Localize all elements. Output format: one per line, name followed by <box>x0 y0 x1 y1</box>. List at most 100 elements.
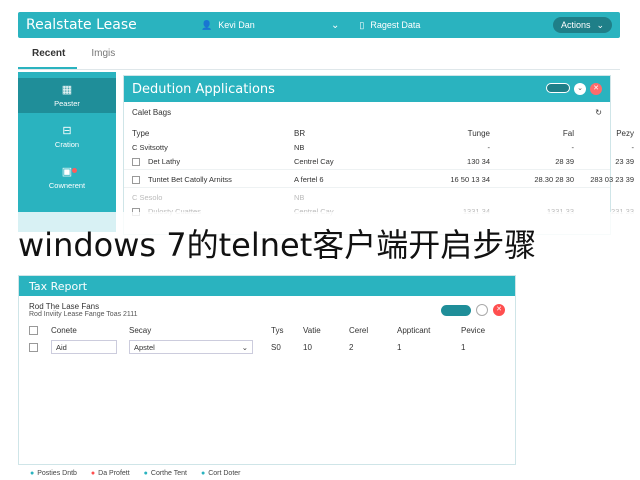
cell: - <box>487 143 491 152</box>
cell: - <box>571 143 575 152</box>
tax-subtitle: Rod The Lase Fans <box>29 302 100 311</box>
circle-button[interactable] <box>476 304 488 316</box>
table-header: Type BR Tunge Fal Pezy <box>124 117 634 138</box>
tax-table-header: Conete Secay Tys Vatie Cerel Appticant P… <box>19 318 515 335</box>
group-label: C Sesolo <box>132 193 163 203</box>
cell: 130 34 <box>467 157 490 166</box>
card-title: Dedution Applications <box>132 81 275 97</box>
cell: 1 <box>461 342 466 352</box>
footer-item[interactable]: ● Cort Doter <box>201 470 241 477</box>
text-field[interactable]: Aid <box>51 340 117 354</box>
tax-subtitle-detail: Rod Inviity Lease Fange Toas 2111 <box>29 311 138 318</box>
doc-icon: ● <box>200 470 206 477</box>
card-header: Dedution Applications ⌄ ✕ <box>124 76 610 102</box>
row-checkbox[interactable] <box>29 342 38 352</box>
cell: 2 <box>349 342 354 352</box>
table-row[interactable]: Tuntet Bet Catolly Arnitss A fertel 6 16… <box>124 170 634 189</box>
user-name: Kevi Dan <box>218 20 255 30</box>
tab-images[interactable]: Imgis <box>77 48 127 69</box>
cell: 28.30 28 30 <box>534 175 574 185</box>
chevron-down-icon[interactable]: ⌄ <box>331 20 339 31</box>
cell: 10 <box>303 342 312 352</box>
cart-icon: ● <box>143 470 148 477</box>
close-icon[interactable]: ✕ <box>493 304 505 316</box>
sidebar-item-cownerent[interactable]: ▣ Cownerent <box>18 160 116 195</box>
refresh-icon[interactable]: ↻ <box>595 108 602 117</box>
register-label: Ragest Data <box>370 20 421 30</box>
column-header: Pezy <box>616 129 634 138</box>
column-header: Cerel <box>349 326 369 335</box>
overlay-caption: windows 7的telnet客户端开启步骤 <box>0 212 640 274</box>
tab-recent[interactable]: Recent <box>18 48 78 69</box>
footer-label: Corthe Tent <box>150 470 187 477</box>
column-header: Tys <box>271 326 284 335</box>
register-menu[interactable]: ▯ Ragest Data <box>359 20 519 31</box>
group-label: C Svitsotty <box>132 143 168 152</box>
footer-item[interactable]: ● Posties Dntb <box>30 470 77 477</box>
check-icon: ● <box>30 470 35 477</box>
toggle-switch[interactable] <box>441 304 471 316</box>
sidebar-item-label: Cration <box>54 140 80 149</box>
select-dropdown[interactable]: Apstel ⌄ <box>129 340 253 354</box>
footer-label: Cort Doter <box>208 470 241 477</box>
table-row[interactable]: Aid Apstel ⌄ S0 10 2 1 1 <box>19 335 515 354</box>
tax-report-title: Tax Report <box>19 276 515 296</box>
doc-icon: ▯ <box>359 19 365 30</box>
cell: 23 39 <box>615 157 634 166</box>
footer-label: Posties Dntb <box>37 470 77 477</box>
footer-label: Da Profett <box>98 470 130 477</box>
actions-button[interactable]: Actions ⌄ <box>552 17 612 33</box>
tab-bar: Recent Imgis <box>18 40 620 70</box>
chevron-down-icon[interactable]: ⌄ <box>574 83 586 95</box>
column-header: BR <box>294 129 306 138</box>
column-header: Pevice <box>461 326 486 335</box>
tax-subheader: Rod The Lase Fans Rod Inviity Lease Fang… <box>19 296 515 318</box>
chevron-down-icon: ⌄ <box>241 342 248 352</box>
footer-item[interactable]: ● Da Profett <box>91 470 130 477</box>
cell: - <box>631 143 635 152</box>
alert-icon: ● <box>90 470 96 477</box>
cell: Centrel Cay <box>294 157 334 166</box>
select-all-checkbox[interactable] <box>29 326 38 335</box>
table-row[interactable]: Det Lathy Centrel Cay 130 34 28 39 23 39 <box>124 152 634 171</box>
close-icon[interactable]: ✕ <box>590 83 602 95</box>
cell: Tuntet Bet Catolly Arnitss <box>148 175 232 185</box>
folder-icon: ⊟ <box>62 125 72 137</box>
building-icon: ▦ <box>61 84 73 96</box>
notification-dot <box>71 168 77 173</box>
card-subtitle: Calet Bags <box>132 108 172 117</box>
column-header: Appticant <box>397 326 431 335</box>
sidebar-item-peaster[interactable]: ▦ Peaster <box>18 78 116 113</box>
field-value: Aid <box>56 342 67 352</box>
sidebar-item-label: Peaster <box>54 99 80 108</box>
group-row[interactable]: C Sesolo NB <box>124 188 610 202</box>
cell: NB <box>294 193 305 203</box>
cell: 28 39 <box>555 157 574 166</box>
toggle-button[interactable] <box>546 83 570 93</box>
sidebar-item-label: Cownerent <box>48 181 86 190</box>
group-row[interactable]: C Svitsotty NB - - - <box>124 138 634 152</box>
card-subheader: Calet Bags ↻ <box>124 102 610 117</box>
column-header: Tunge <box>467 129 490 138</box>
cell: S0 <box>271 342 281 352</box>
cell: A fertel 6 <box>294 175 324 185</box>
column-header: Type <box>132 129 150 138</box>
column-header: Vatie <box>303 326 321 335</box>
cell: 1 <box>397 342 402 352</box>
cell: Det Lathy <box>148 157 181 166</box>
sidebar-item-cration[interactable]: ⊟ Cration <box>18 119 116 154</box>
user-menu[interactable]: 👤 Kevi Dan <box>201 20 331 31</box>
top-bar: Realstate Lease 👤 Kevi Dan ⌄ ▯ Ragest Da… <box>18 12 620 38</box>
actions-label: Actions <box>560 20 591 30</box>
footer-item[interactable]: ● Corthe Tent <box>144 470 187 477</box>
sidebar: ▦ Peaster ⊟ Cration ▣ Cownerent <box>18 72 116 232</box>
column-header: Fal <box>562 129 574 138</box>
app-title: Realstate Lease <box>26 17 137 33</box>
footer-bar: ● Posties Dntb ● Da Profett ● Corthe Tent ●… <box>30 470 241 477</box>
tax-report-card: Tax Report Rod The Lase Fans Rod Inviity… <box>18 275 516 465</box>
row-checkbox[interactable] <box>132 176 140 185</box>
user-icon: 👤 <box>201 19 213 30</box>
row-checkbox[interactable] <box>132 158 140 167</box>
chevron-down-icon: ⌄ <box>596 19 604 30</box>
select-value: Apstel <box>134 342 155 352</box>
